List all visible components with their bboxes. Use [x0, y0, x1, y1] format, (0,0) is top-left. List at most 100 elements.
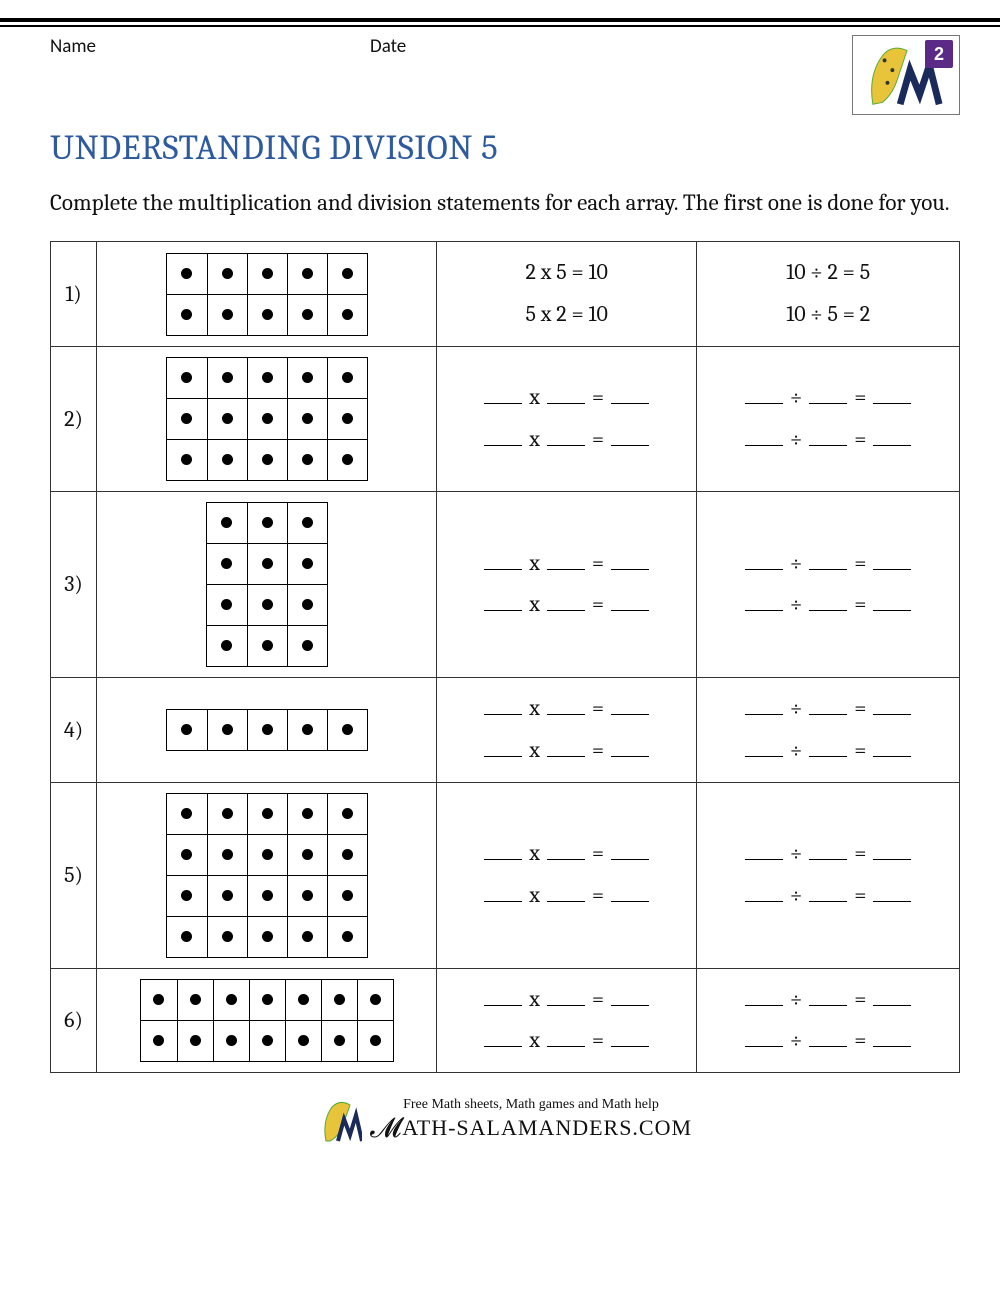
multiplication-cell: x=x= [437, 677, 697, 782]
blank-field[interactable] [611, 610, 649, 611]
array-dot [302, 309, 313, 320]
problems-table: 1)2 x 5 = 105 x 2 = 1010 ÷ 2 = 510 ÷ 5 =… [50, 241, 960, 1073]
blank-field[interactable] [547, 714, 585, 715]
blank-field[interactable] [745, 610, 783, 611]
array-dot [302, 413, 313, 424]
blank-field[interactable] [547, 445, 585, 446]
array-dot [342, 724, 353, 735]
blank-field[interactable] [611, 859, 649, 860]
blank-field[interactable] [611, 756, 649, 757]
array-dot [262, 517, 273, 528]
array-dot [334, 1035, 345, 1046]
blank-field[interactable] [745, 1005, 783, 1006]
blank-field[interactable] [547, 1005, 585, 1006]
array-dot [262, 994, 273, 1005]
blank-field[interactable] [873, 901, 911, 902]
blank-field[interactable] [484, 901, 522, 902]
array-dot [221, 558, 232, 569]
blank-field[interactable] [547, 901, 585, 902]
blank-field[interactable] [611, 714, 649, 715]
blank-field[interactable] [873, 445, 911, 446]
blank-field[interactable] [745, 756, 783, 757]
multiplication-blank: x= [443, 584, 690, 626]
blank-field[interactable] [745, 859, 783, 860]
blank-field[interactable] [745, 901, 783, 902]
array-dot [262, 724, 273, 735]
array-dot [190, 1035, 201, 1046]
blank-field[interactable] [484, 714, 522, 715]
blank-field[interactable] [484, 445, 522, 446]
array-dot [181, 808, 192, 819]
blank-field[interactable] [809, 1005, 847, 1006]
blank-field[interactable] [611, 1005, 649, 1006]
blank-field[interactable] [611, 901, 649, 902]
array-dot [342, 413, 353, 424]
multiplication-blank: x= [443, 543, 690, 585]
blank-field[interactable] [611, 403, 649, 404]
blank-field[interactable] [873, 569, 911, 570]
blank-field[interactable] [873, 1046, 911, 1047]
blank-field[interactable] [809, 714, 847, 715]
blank-field[interactable] [809, 445, 847, 446]
footer-site-url: 𝓜ATH-SALAMANDERS.COM [370, 1113, 692, 1145]
blank-field[interactable] [547, 610, 585, 611]
division-blank: ÷= [703, 688, 953, 730]
division-blank: ÷= [703, 584, 953, 626]
blank-field[interactable] [809, 1046, 847, 1047]
problem-row: 2)x=x=÷=÷= [51, 346, 960, 491]
blank-field[interactable] [809, 756, 847, 757]
blank-field[interactable] [809, 901, 847, 902]
blank-field[interactable] [873, 859, 911, 860]
blank-field[interactable] [484, 403, 522, 404]
division-blank: ÷= [703, 833, 953, 875]
division-blank: ÷= [703, 1020, 953, 1062]
blank-field[interactable] [484, 1005, 522, 1006]
array-dot [181, 372, 192, 383]
array-dot [262, 372, 273, 383]
array-dot [153, 1035, 164, 1046]
blank-field[interactable] [873, 610, 911, 611]
blank-field[interactable] [484, 610, 522, 611]
blank-field[interactable] [809, 569, 847, 570]
blank-field[interactable] [547, 1046, 585, 1047]
array-dot [342, 268, 353, 279]
blank-field[interactable] [873, 403, 911, 404]
multiplication-blank: x= [443, 1020, 690, 1062]
blank-field[interactable] [873, 1005, 911, 1006]
division-cell: ÷=÷= [697, 968, 960, 1073]
blank-field[interactable] [611, 569, 649, 570]
blank-field[interactable] [809, 403, 847, 404]
blank-field[interactable] [484, 756, 522, 757]
worksheet-page: Name Date 2 UNDERSTANDING DIVISION 5 Com… [0, 35, 1000, 1174]
array-dot [302, 640, 313, 651]
blank-field[interactable] [873, 756, 911, 757]
blank-field[interactable] [484, 859, 522, 860]
blank-field[interactable] [745, 445, 783, 446]
blank-field[interactable] [873, 714, 911, 715]
array-dot [302, 931, 313, 942]
division-blank: ÷= [703, 875, 953, 917]
blank-field[interactable] [547, 569, 585, 570]
blank-field[interactable] [547, 756, 585, 757]
blank-field[interactable] [547, 403, 585, 404]
blank-field[interactable] [745, 1046, 783, 1047]
array-dot [302, 517, 313, 528]
blank-field[interactable] [809, 859, 847, 860]
dot-array [166, 793, 368, 958]
blank-field[interactable] [547, 859, 585, 860]
blank-field[interactable] [484, 569, 522, 570]
division-cell: ÷=÷= [697, 491, 960, 677]
multiplication-cell: x=x= [437, 968, 697, 1073]
blank-field[interactable] [745, 714, 783, 715]
array-dot [262, 808, 273, 819]
blank-field[interactable] [484, 1046, 522, 1047]
blank-field[interactable] [611, 445, 649, 446]
multiplication-cell: x=x= [437, 346, 697, 491]
blank-field[interactable] [809, 610, 847, 611]
blank-field[interactable] [745, 569, 783, 570]
blank-field[interactable] [745, 403, 783, 404]
array-cell [97, 968, 437, 1073]
blank-field[interactable] [611, 1046, 649, 1047]
division-blank: ÷= [703, 979, 953, 1021]
array-dot [342, 454, 353, 465]
